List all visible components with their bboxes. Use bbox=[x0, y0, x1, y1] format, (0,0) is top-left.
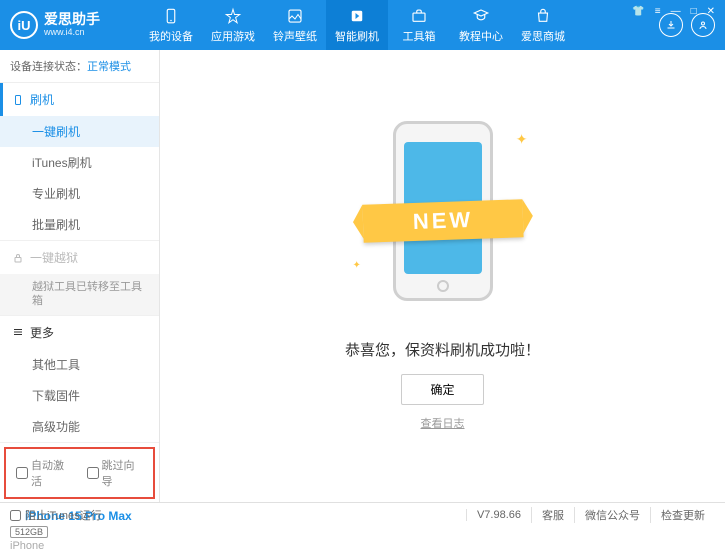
app-name: 爱思助手 bbox=[44, 12, 100, 27]
nav-my-device[interactable]: 我的设备 bbox=[140, 0, 202, 50]
sidebar-jailbreak-note: 越狱工具已转移至工具箱 bbox=[0, 274, 159, 315]
sidebar-item-batch[interactable]: 批量刷机 bbox=[0, 209, 159, 240]
nav-label: 我的设备 bbox=[149, 28, 193, 44]
version-label: V7.98.66 bbox=[466, 509, 531, 521]
phone-icon bbox=[12, 94, 24, 106]
window-controls: 👕 ≡ — □ ✕ bbox=[630, 4, 717, 19]
status-wechat[interactable]: 微信公众号 bbox=[574, 507, 650, 523]
star-icon: ✦ bbox=[516, 131, 528, 148]
logo-icon: iU bbox=[10, 11, 38, 39]
sidebar-section-jailbreak[interactable]: 一键越狱 bbox=[0, 241, 159, 274]
toolbox-icon bbox=[410, 7, 428, 25]
nav-ringtones[interactable]: 铃声壁纸 bbox=[264, 0, 326, 50]
section-label: 一键越狱 bbox=[30, 249, 78, 266]
nav-label: 铃声壁纸 bbox=[273, 28, 317, 44]
titlebar: iU 爱思助手 www.i4.cn 我的设备 应用游戏 铃声壁纸 智能刷机 工具… bbox=[0, 0, 725, 50]
checkbox-skip-guide[interactable]: 跳过向导 bbox=[87, 457, 144, 489]
block-itunes-checkbox[interactable]: 阻止iTunes运行 bbox=[10, 507, 102, 523]
sidebar-item-oneclick[interactable]: 一键刷机 bbox=[0, 116, 159, 147]
nav-flash[interactable]: 智能刷机 bbox=[326, 0, 388, 50]
sidebar-item-pro[interactable]: 专业刷机 bbox=[0, 178, 159, 209]
confirm-button[interactable]: 确定 bbox=[401, 374, 483, 405]
sidebar-section-flash[interactable]: 刷机 bbox=[0, 83, 159, 116]
section-label: 刷机 bbox=[30, 91, 54, 108]
device-type: iPhone bbox=[10, 540, 149, 552]
list-icon bbox=[12, 326, 24, 338]
flash-icon bbox=[348, 7, 366, 25]
connection-status: 设备连接状态：正常模式 bbox=[0, 50, 159, 83]
nav-label: 应用游戏 bbox=[211, 28, 255, 44]
nav-store[interactable]: 爱思商城 bbox=[512, 0, 574, 50]
menu-icon[interactable]: ≡ bbox=[653, 4, 663, 19]
skin-icon[interactable]: 👕 bbox=[630, 4, 646, 19]
view-log-link[interactable]: 查看日志 bbox=[421, 415, 465, 431]
sidebar-item-advanced[interactable]: 高级功能 bbox=[0, 411, 159, 442]
nav-label: 工具箱 bbox=[403, 28, 436, 44]
tutorial-icon bbox=[472, 7, 490, 25]
phone-illustration: NEW ✦ ✦ bbox=[378, 121, 508, 321]
nav-toolbox[interactable]: 工具箱 bbox=[388, 0, 450, 50]
sidebar: 设备连接状态：正常模式 刷机 一键刷机 iTunes刷机 专业刷机 批量刷机 一… bbox=[0, 50, 160, 502]
wallpaper-icon bbox=[286, 7, 304, 25]
sidebar-item-download-fw[interactable]: 下载固件 bbox=[0, 380, 159, 411]
app-url: www.i4.cn bbox=[44, 28, 100, 38]
nav-tutorials[interactable]: 教程中心 bbox=[450, 0, 512, 50]
section-label: 更多 bbox=[30, 324, 54, 341]
store-icon bbox=[534, 7, 552, 25]
sidebar-item-other-tools[interactable]: 其他工具 bbox=[0, 349, 159, 380]
apps-icon bbox=[224, 7, 242, 25]
storage-badge: 512GB bbox=[10, 526, 48, 538]
success-message: 恭喜您，保资料刷机成功啦！ bbox=[345, 339, 540, 360]
status-update[interactable]: 检查更新 bbox=[650, 507, 715, 523]
nav-label: 爱思商城 bbox=[521, 28, 565, 44]
new-banner: NEW bbox=[362, 199, 523, 243]
app-logo: iU 爱思助手 www.i4.cn bbox=[10, 11, 140, 39]
close-icon[interactable]: ✕ bbox=[705, 4, 717, 19]
nav-label: 教程中心 bbox=[459, 28, 503, 44]
sidebar-item-itunes[interactable]: iTunes刷机 bbox=[0, 147, 159, 178]
nav-apps[interactable]: 应用游戏 bbox=[202, 0, 264, 50]
device-icon bbox=[162, 7, 180, 25]
status-support[interactable]: 客服 bbox=[531, 507, 574, 523]
main-nav: 我的设备 应用游戏 铃声壁纸 智能刷机 工具箱 教程中心 爱思商城 bbox=[140, 0, 659, 50]
content-area: NEW ✦ ✦ 恭喜您，保资料刷机成功啦！ 确定 查看日志 bbox=[160, 50, 725, 502]
minimize-icon[interactable]: — bbox=[669, 4, 683, 19]
options-row: 自动激活 跳过向导 bbox=[4, 447, 155, 499]
sidebar-section-more[interactable]: 更多 bbox=[0, 316, 159, 349]
maximize-icon[interactable]: □ bbox=[689, 4, 699, 19]
nav-label: 智能刷机 bbox=[335, 28, 379, 44]
star-icon: ✦ bbox=[353, 260, 361, 271]
lock-icon bbox=[12, 252, 24, 264]
checkbox-auto-activate[interactable]: 自动激活 bbox=[16, 457, 73, 489]
